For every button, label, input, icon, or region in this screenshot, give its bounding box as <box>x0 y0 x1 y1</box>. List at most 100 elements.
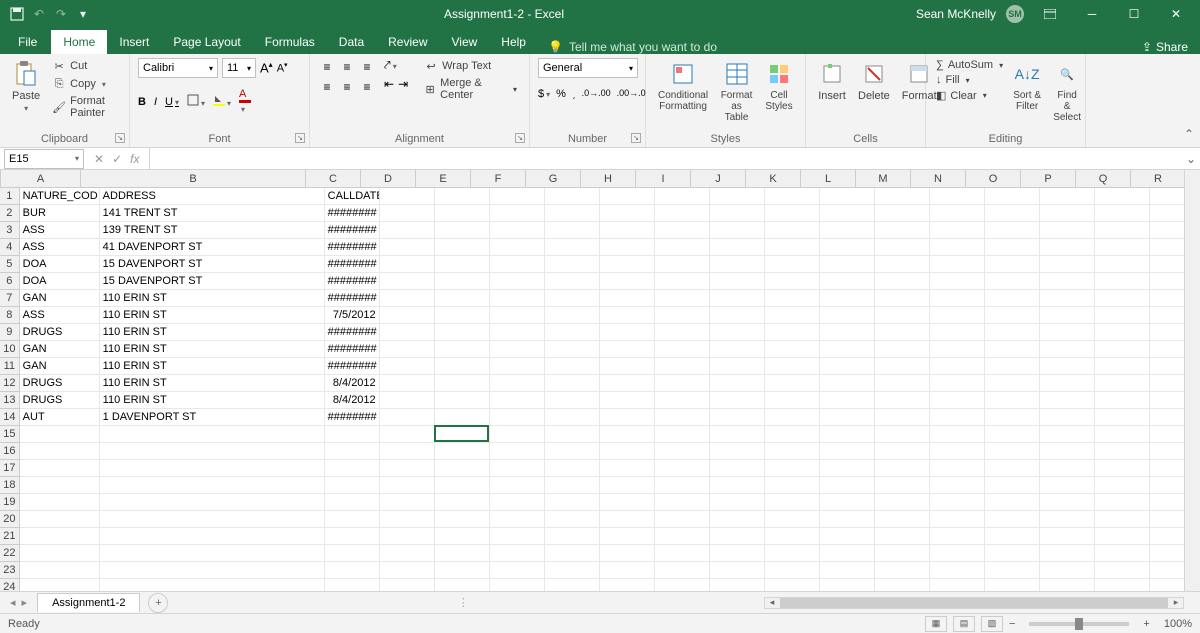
cell[interactable] <box>545 256 600 273</box>
cell[interactable] <box>875 545 930 562</box>
cell[interactable] <box>930 494 985 511</box>
cell[interactable]: ######## <box>325 256 380 273</box>
cell[interactable] <box>875 205 930 222</box>
cell[interactable] <box>985 460 1040 477</box>
cell[interactable] <box>985 494 1040 511</box>
cell[interactable]: 110 ERIN ST <box>100 392 325 409</box>
close-icon[interactable]: ✕ <box>1160 0 1192 28</box>
cell[interactable] <box>490 341 545 358</box>
cell[interactable]: 141 TRENT ST <box>100 205 325 222</box>
cell[interactable] <box>1150 239 1184 256</box>
cell[interactable] <box>710 205 765 222</box>
cell[interactable] <box>545 222 600 239</box>
cell[interactable] <box>380 494 435 511</box>
cell[interactable] <box>100 477 325 494</box>
zoom-in-button[interactable]: + <box>1143 618 1149 630</box>
cell[interactable] <box>1150 545 1184 562</box>
cell[interactable] <box>710 409 765 426</box>
cell[interactable] <box>490 205 545 222</box>
cell[interactable] <box>1095 392 1150 409</box>
cell[interactable] <box>765 256 820 273</box>
cell-styles-button[interactable]: Cell Styles <box>761 58 797 114</box>
cell[interactable] <box>545 239 600 256</box>
increase-indent-icon[interactable]: ⇥ <box>398 77 408 91</box>
cell[interactable] <box>655 528 710 545</box>
cell[interactable] <box>875 562 930 579</box>
enter-formula-icon[interactable]: ✓ <box>112 152 122 166</box>
cell[interactable] <box>765 426 820 443</box>
cell[interactable] <box>100 494 325 511</box>
cell[interactable] <box>490 528 545 545</box>
cell[interactable] <box>710 579 765 591</box>
cell[interactable]: GAN <box>20 341 100 358</box>
cell[interactable] <box>1150 562 1184 579</box>
cell[interactable] <box>20 511 100 528</box>
cell[interactable] <box>435 460 490 477</box>
cell[interactable] <box>600 256 655 273</box>
cell[interactable] <box>985 324 1040 341</box>
cell[interactable] <box>1095 290 1150 307</box>
column-header-K[interactable]: K <box>746 170 801 187</box>
cell[interactable] <box>655 375 710 392</box>
cell[interactable] <box>765 494 820 511</box>
cell[interactable] <box>1040 222 1095 239</box>
cell[interactable] <box>875 290 930 307</box>
cell[interactable] <box>655 409 710 426</box>
cell[interactable] <box>985 222 1040 239</box>
cell[interactable] <box>545 358 600 375</box>
cell[interactable] <box>1095 494 1150 511</box>
cell[interactable] <box>600 528 655 545</box>
cell[interactable] <box>930 409 985 426</box>
cell[interactable] <box>875 307 930 324</box>
cell[interactable]: ASS <box>20 222 100 239</box>
cell[interactable] <box>820 460 875 477</box>
cell[interactable] <box>930 324 985 341</box>
cell[interactable] <box>435 392 490 409</box>
find-select-button[interactable]: 🔍Find & Select <box>1049 58 1085 125</box>
align-center-icon[interactable]: ≡ <box>338 78 356 96</box>
cell[interactable] <box>1150 443 1184 460</box>
cell[interactable] <box>1150 256 1184 273</box>
cell[interactable] <box>820 528 875 545</box>
cell[interactable] <box>765 409 820 426</box>
cell[interactable] <box>820 375 875 392</box>
cell[interactable] <box>435 205 490 222</box>
cell[interactable] <box>875 443 930 460</box>
cell[interactable] <box>820 273 875 290</box>
cell[interactable]: GAN <box>20 358 100 375</box>
cell[interactable] <box>765 307 820 324</box>
user-name[interactable]: Sean McKnelly <box>916 7 996 21</box>
cell[interactable] <box>545 528 600 545</box>
cell[interactable]: 139 TRENT ST <box>100 222 325 239</box>
cell[interactable] <box>100 460 325 477</box>
cell[interactable] <box>820 188 875 205</box>
cell[interactable] <box>20 443 100 460</box>
row-header-22[interactable]: 22 <box>0 545 19 562</box>
ribbon-display-icon[interactable] <box>1034 0 1066 28</box>
new-sheet-button[interactable]: + <box>148 593 168 613</box>
cell[interactable] <box>930 477 985 494</box>
cell[interactable] <box>710 222 765 239</box>
cell[interactable]: 8/4/2012 <box>325 392 380 409</box>
cell[interactable] <box>600 477 655 494</box>
cell[interactable] <box>765 341 820 358</box>
column-header-A[interactable]: A <box>1 170 81 187</box>
row-header-6[interactable]: 6 <box>0 273 19 290</box>
cell[interactable]: 110 ERIN ST <box>100 375 325 392</box>
cell[interactable] <box>100 528 325 545</box>
cell[interactable] <box>600 290 655 307</box>
cell[interactable]: 41 DAVENPORT ST <box>100 239 325 256</box>
cell[interactable] <box>710 460 765 477</box>
cell[interactable] <box>600 222 655 239</box>
row-header-21[interactable]: 21 <box>0 528 19 545</box>
cell[interactable] <box>490 290 545 307</box>
cell[interactable] <box>710 341 765 358</box>
cell[interactable] <box>820 239 875 256</box>
cell[interactable] <box>985 562 1040 579</box>
cell[interactable] <box>435 375 490 392</box>
sheet-tab[interactable]: Assignment1-2 <box>37 593 140 612</box>
cell[interactable] <box>820 494 875 511</box>
percent-format-button[interactable]: % <box>556 88 566 100</box>
cell[interactable] <box>1150 324 1184 341</box>
alignment-dialog-launcher[interactable]: ↘ <box>515 133 525 143</box>
